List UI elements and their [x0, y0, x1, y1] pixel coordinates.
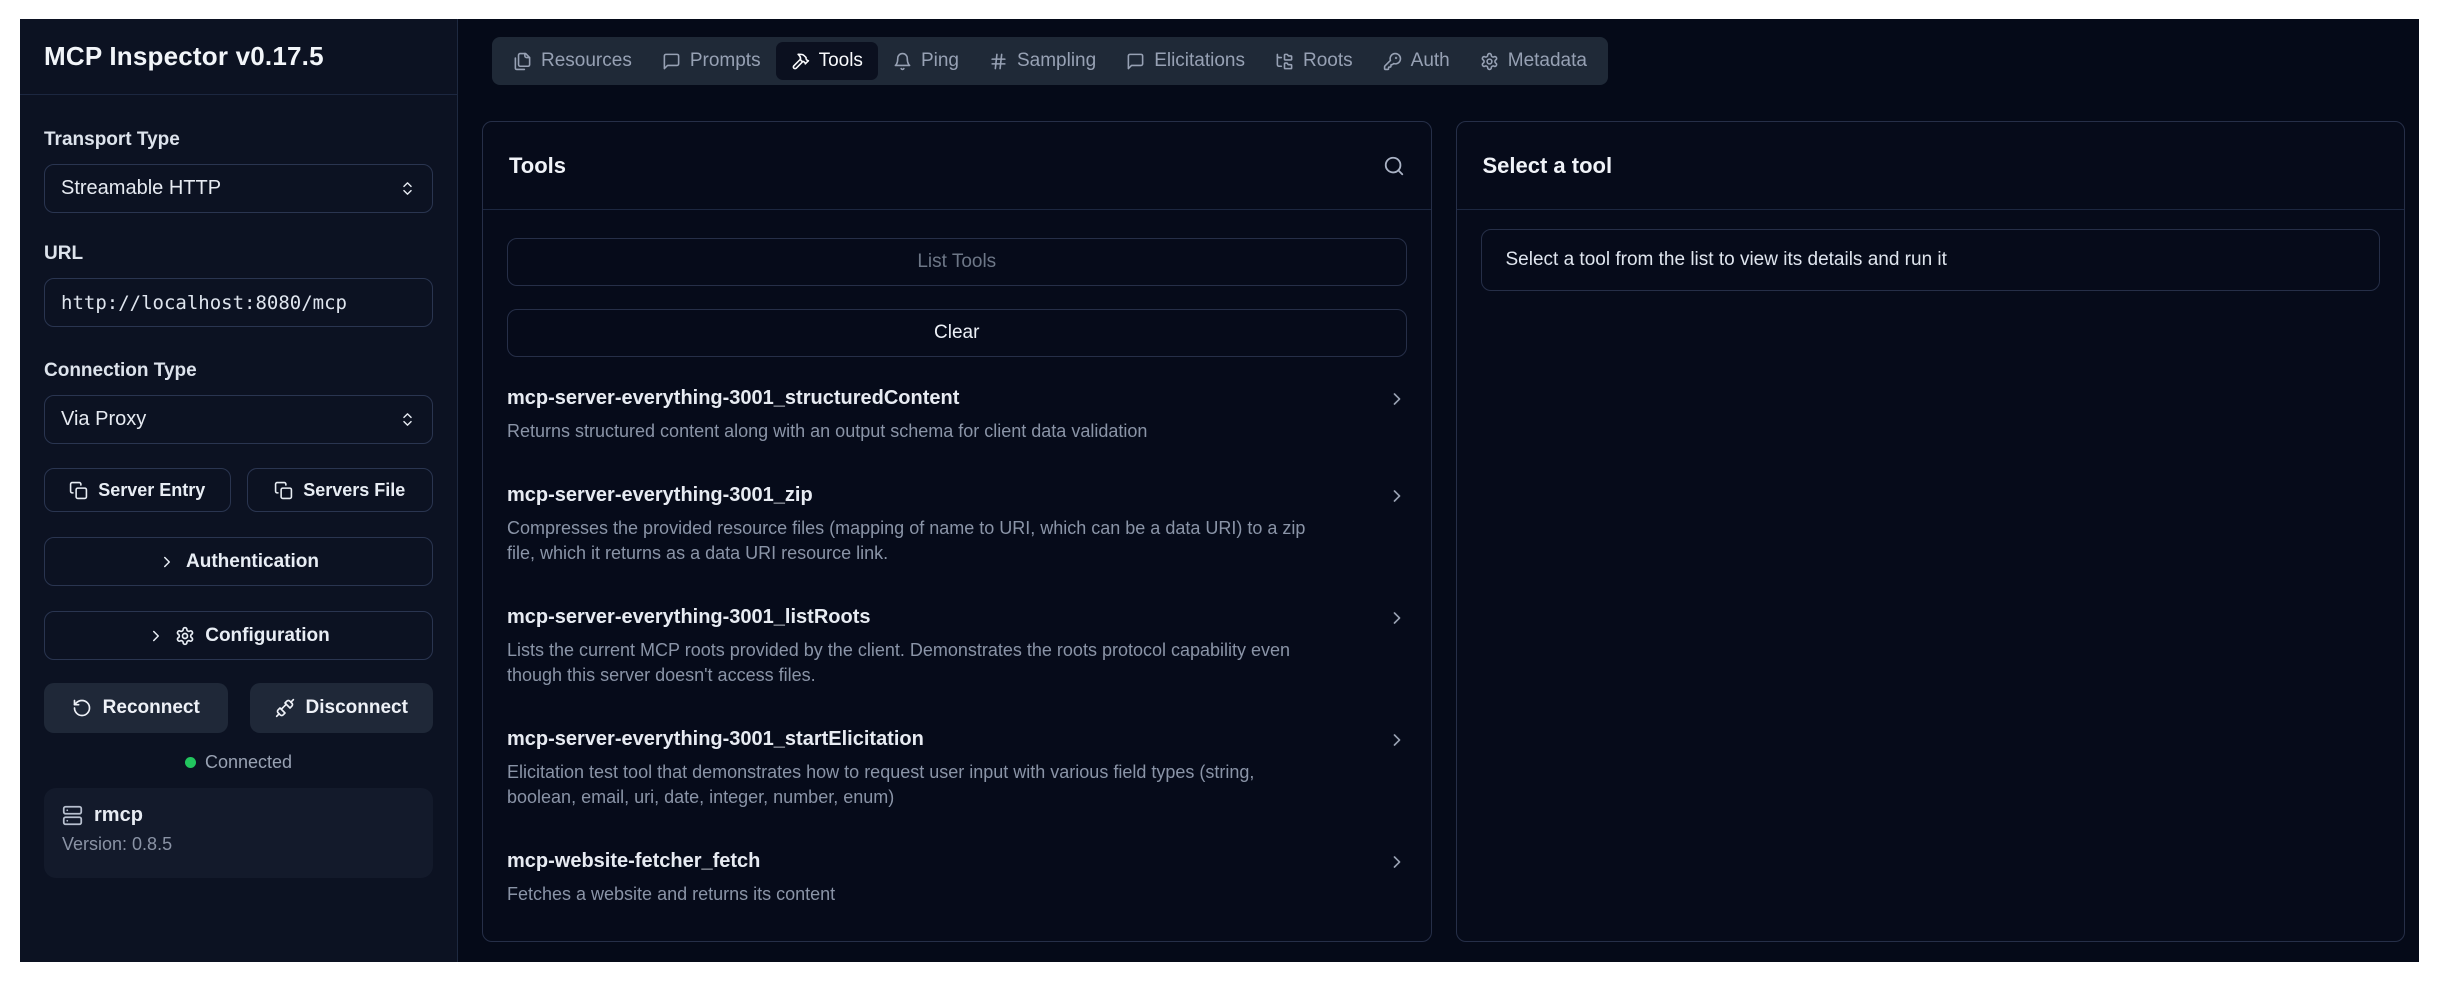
transport-type-select[interactable]: Streamable HTTP — [44, 164, 433, 213]
server-name: rmcp — [94, 804, 143, 827]
tab-label: Prompts — [690, 50, 761, 72]
tool-list-item[interactable]: mcp-server-everything-3001_structuredCon… — [507, 387, 1407, 444]
app-title: MCP Inspector v0.17.5 — [20, 19, 457, 95]
tab-label: Ping — [921, 50, 959, 72]
tab-label: Tools — [819, 50, 863, 72]
bell-icon — [893, 52, 912, 71]
tab-auth[interactable]: Auth — [1368, 42, 1465, 80]
url-label: URL — [44, 243, 433, 265]
hammer-icon — [791, 52, 810, 71]
gear-icon — [1480, 52, 1499, 71]
url-input[interactable] — [61, 292, 416, 314]
chevron-right-icon — [1387, 608, 1407, 628]
connection-type-select[interactable]: Via Proxy — [44, 395, 433, 444]
gear-icon — [175, 626, 195, 646]
tab-label: Roots — [1303, 50, 1353, 72]
sidebar: MCP Inspector v0.17.5 Transport Type Str… — [20, 19, 458, 962]
connection-type-value: Via Proxy — [61, 408, 146, 431]
list-tools-button[interactable]: List Tools — [507, 238, 1407, 286]
tools-panel: Tools List Tools Clear mcp-server-everyt… — [482, 121, 1432, 942]
tab-roots[interactable]: Roots — [1260, 42, 1368, 80]
tab-prompts[interactable]: Prompts — [647, 42, 776, 80]
tab-label: Metadata — [1508, 50, 1587, 72]
message-square-icon — [662, 52, 681, 71]
status-dot-icon — [185, 757, 196, 768]
tab-resources[interactable]: Resources — [498, 42, 647, 80]
tab-tools[interactable]: Tools — [776, 42, 878, 80]
tab-ping[interactable]: Ping — [878, 42, 974, 80]
connection-type-label: Connection Type — [44, 360, 433, 382]
tab-label: Auth — [1411, 50, 1450, 72]
tab-sampling[interactable]: Sampling — [974, 42, 1111, 80]
tool-name: mcp-website-fetcher_fetch — [507, 850, 760, 873]
servers-file-label: Servers File — [303, 480, 405, 501]
tool-list-item[interactable]: mcp-server-everything-3001_listRoots Lis… — [507, 606, 1407, 688]
tool-description: Compresses the provided resource files (… — [507, 516, 1317, 566]
chevron-right-icon — [1387, 730, 1407, 750]
chevron-right-icon — [1387, 389, 1407, 409]
chevrons-up-down-icon — [399, 411, 416, 428]
tool-name: mcp-server-everything-3001_listRoots — [507, 606, 870, 629]
chevron-right-icon — [147, 627, 165, 645]
transport-type-label: Transport Type — [44, 129, 433, 151]
tab-label: Sampling — [1017, 50, 1096, 72]
tool-name: mcp-server-everything-3001_startElicitat… — [507, 728, 924, 751]
server-version: Version: 0.8.5 — [62, 834, 415, 855]
folder-tree-icon — [1275, 52, 1294, 71]
message-square-icon — [1126, 52, 1145, 71]
tools-panel-title: Tools — [509, 153, 566, 179]
files-icon — [513, 52, 532, 71]
server-icon — [62, 805, 83, 826]
hash-icon — [989, 52, 1008, 71]
tab-label: Resources — [541, 50, 632, 72]
connection-status: Connected — [44, 752, 433, 773]
search-icon[interactable] — [1383, 155, 1405, 177]
tool-list-item[interactable]: mcp-server-everything-3001_startElicitat… — [507, 728, 1407, 810]
servers-file-button[interactable]: Servers File — [247, 468, 434, 512]
server-info-card: rmcp Version: 0.8.5 — [44, 788, 433, 878]
tool-list: mcp-server-everything-3001_structuredCon… — [507, 387, 1407, 907]
disconnect-button[interactable]: Disconnect — [250, 683, 434, 733]
details-panel-title: Select a tool — [1483, 153, 1613, 179]
clear-button[interactable]: Clear — [507, 309, 1407, 357]
reconnect-label: Reconnect — [103, 697, 200, 719]
tool-list-item[interactable]: mcp-website-fetcher_fetch Fetches a webs… — [507, 850, 1407, 907]
tool-name: mcp-server-everything-3001_zip — [507, 484, 813, 507]
authentication-label: Authentication — [186, 551, 319, 573]
empty-state-message: Select a tool from the list to view its … — [1506, 249, 1947, 271]
tool-name: mcp-server-everything-3001_structuredCon… — [507, 387, 959, 410]
reconnect-button[interactable]: Reconnect — [44, 683, 228, 733]
copy-icon — [274, 481, 293, 500]
transport-type-value: Streamable HTTP — [61, 177, 221, 200]
authentication-button[interactable]: Authentication — [44, 537, 433, 586]
chevron-right-icon — [1387, 852, 1407, 872]
key-icon — [1383, 52, 1402, 71]
disconnect-label: Disconnect — [306, 697, 408, 719]
status-label: Connected — [205, 752, 292, 773]
tab-bar: Resources Prompts Tools Ping Sampling El… — [492, 37, 1608, 85]
tool-details-panel: Select a tool Select a tool from the lis… — [1456, 121, 2406, 942]
chevron-right-icon — [1387, 486, 1407, 506]
tool-description: Returns structured content along with an… — [507, 419, 1317, 444]
unplug-icon — [275, 698, 295, 718]
tool-description: Fetches a website and returns its conten… — [507, 882, 1317, 907]
server-entry-button[interactable]: Server Entry — [44, 468, 231, 512]
tab-elicitations[interactable]: Elicitations — [1111, 42, 1260, 80]
copy-icon — [69, 481, 88, 500]
empty-state-box: Select a tool from the list to view its … — [1481, 229, 2381, 291]
main-area: Resources Prompts Tools Ping Sampling El… — [458, 19, 2419, 962]
rotate-ccw-icon — [72, 698, 92, 718]
tool-list-item[interactable]: mcp-server-everything-3001_zip Compresse… — [507, 484, 1407, 566]
configuration-button[interactable]: Configuration — [44, 611, 433, 660]
tab-metadata[interactable]: Metadata — [1465, 42, 1602, 80]
configuration-label: Configuration — [205, 625, 330, 647]
tool-description: Elicitation test tool that demonstrates … — [507, 760, 1317, 810]
server-entry-label: Server Entry — [98, 480, 205, 501]
tool-description: Lists the current MCP roots provided by … — [507, 638, 1317, 688]
url-input-wrap — [44, 278, 433, 327]
mcp-inspector-app: MCP Inspector v0.17.5 Transport Type Str… — [20, 19, 2419, 962]
chevron-right-icon — [158, 553, 176, 571]
chevrons-up-down-icon — [399, 180, 416, 197]
tab-label: Elicitations — [1154, 50, 1245, 72]
